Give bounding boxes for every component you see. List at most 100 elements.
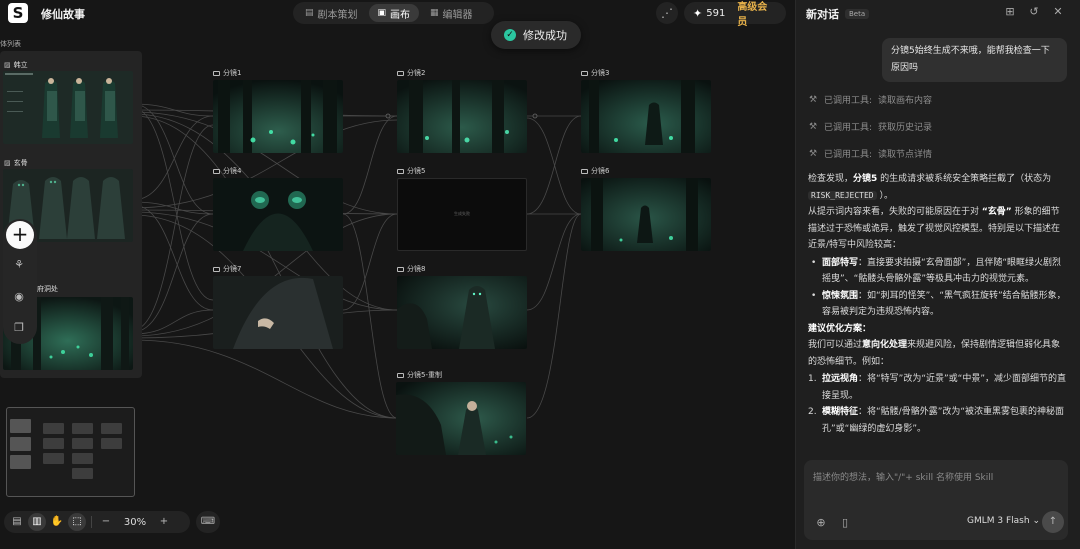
list-item: 惊悚氛围：如“刺耳的怪笑”、“黑气疯狂旋转”结合骷髅形象，容易被判定为违规恐怖内… [808, 288, 1066, 321]
chat-panel: 新对话 Beta ⊞ ↺ ✕ 分镜5始终生成不来哦，能帮我检查一下原因吗 ⚒ 已… [795, 0, 1080, 549]
credits-badge[interactable]: ✦ 591 高级会员 [684, 2, 786, 28]
minimap-node [43, 453, 64, 464]
minimap-node [72, 453, 93, 464]
layout-icon[interactable]: ▤ [8, 513, 26, 531]
camera-icon [213, 168, 220, 174]
tab-label: 剧本策划 [317, 9, 358, 21]
minimap-node [43, 438, 64, 449]
minimap-node [72, 423, 93, 434]
zoom-out-button[interactable]: − [97, 513, 115, 531]
chevron-down-icon: ⌄ [1032, 516, 1040, 526]
vip-label[interactable]: 高级会员 [737, 0, 777, 28]
tool-call[interactable]: ⚒ 已调用工具: 读取画布内容 [808, 93, 932, 107]
camera-icon [397, 70, 404, 76]
chat-header: 新对话 Beta [806, 6, 870, 22]
sparkle-icon: ✦ [693, 6, 703, 20]
image-icon: ▨ [4, 159, 11, 167]
top-bar: S 修仙故事 ▤ 剧本策划 ▣ 画布 ▦ 编辑器 ⋰ ✦ 591 高级会员 [0, 0, 795, 28]
view-tabs: ▤ 剧本策划 ▣ 画布 ▦ 编辑器 [293, 2, 494, 24]
reply-paragraph: 我们可以通过意向化处理来规避风险，保持剧情逻辑但弱化具象的恐怖细节。例如： [808, 340, 1061, 367]
reply-paragraph: 从提示词内容来看，失败的可能原因在于对 “玄骨” 形象的细节描述过于恐怖或诡异，… [808, 207, 1061, 250]
camera-icon [213, 70, 220, 76]
shot-label: 分镜7 [213, 264, 241, 274]
chat-input-placeholder[interactable]: 描述你的想法，输入"/"+ skill 名称使用 Skill [813, 470, 993, 483]
canvas-area[interactable]: S 修仙故事 ▤ 剧本策划 ▣ 画布 ▦ 编辑器 ⋰ ✦ 591 高级会员 体列… [0, 0, 795, 549]
select-icon[interactable]: ⬚ [68, 513, 86, 531]
list-item: 1. 拉远视角：将“特写”改为“近景”或“中景”，减少面部细节的直接呈现。 [808, 374, 1066, 401]
editor-icon: ▦ [430, 8, 439, 18]
chat-input[interactable]: 描述你的想法，输入"/"+ skill 名称使用 Skill ⊕ ▯ GMLM … [804, 460, 1068, 540]
share-icon: ⋰ [661, 6, 673, 20]
shot-label: 分镜8 [397, 264, 425, 274]
shot-placeholder: 生成失败 [454, 211, 470, 216]
tab-canvas[interactable]: ▣ 画布 [368, 4, 420, 22]
shot-label: 分镜3 [581, 68, 609, 78]
status-code: RISK_REJECTED [808, 190, 877, 200]
camera-icon [397, 168, 404, 174]
minimap-node [72, 438, 93, 449]
copy-icon[interactable]: ❐ [12, 321, 26, 335]
model-selector[interactable]: GMLM 3 Flash ⌄ [967, 516, 1040, 526]
shot-node-3[interactable] [581, 80, 711, 153]
share-button[interactable]: ⋰ [656, 2, 678, 24]
shot-node-2[interactable] [397, 80, 527, 153]
tool-icon: ⚒ [808, 148, 818, 159]
tool-icon: ⚒ [808, 121, 818, 132]
map-icon[interactable]: ▥ [28, 513, 46, 531]
minimap-node [10, 455, 31, 469]
keyboard-shortcuts-icon[interactable]: ⌨ [196, 511, 220, 533]
character-icon[interactable]: ◉ [12, 290, 26, 304]
shot-label: 分镜6 [581, 166, 609, 176]
shot-node-5[interactable]: 生成失败 [397, 178, 527, 251]
tab-label: 画布 [390, 9, 411, 21]
shot-label: 分镜1 [213, 68, 241, 78]
book-icon[interactable]: ▯ [838, 516, 852, 530]
shot-node-7[interactable] [213, 276, 343, 349]
add-node-button[interactable]: + [6, 221, 34, 249]
tool-call[interactable]: ⚒ 已调用工具: 获取历史记录 [808, 120, 932, 134]
zoom-in-button[interactable]: + [155, 513, 173, 531]
send-button[interactable]: ↑ [1042, 511, 1064, 533]
close-icon[interactable]: ✕ [1050, 4, 1066, 20]
list-item: 面部特写：直接要求拍摄“玄骨面部”，且伴随“眼眶绿火剧烈摇曳”、“骷髅头骨骼外露… [808, 255, 1066, 288]
tool-icon: ⚒ [808, 94, 818, 105]
tool-call[interactable]: ⚒ 已调用工具: 读取节点详情 [808, 147, 932, 161]
assets-icon[interactable]: ⚘ [12, 258, 26, 272]
shot-label: 分镜5 [397, 166, 425, 176]
beta-badge: Beta [845, 9, 870, 19]
camera-icon [213, 266, 220, 272]
user-message: 分镜5始终生成不来哦，能帮我检查一下原因吗 [882, 38, 1067, 82]
hand-icon[interactable]: ✋ [48, 513, 66, 531]
chat-title: 新对话 [806, 8, 839, 21]
camera-icon [397, 266, 404, 272]
shot-node-1[interactable] [213, 80, 343, 153]
shot-node-8[interactable] [397, 276, 527, 349]
camera-icon [581, 168, 588, 174]
shot-label: 分镜2 [397, 68, 425, 78]
minimap[interactable] [6, 407, 135, 497]
credits-count: 591 [706, 7, 726, 19]
shot-node-4[interactable] [213, 178, 343, 251]
plus-icon: + [11, 222, 29, 246]
character-label: ▨ 玄骨 [4, 159, 28, 167]
reply-paragraph: 检查发现，分镜5 的生成请求被系统安全策略拦截了（状态为 RISK_REJECT… [808, 174, 1052, 201]
minimap-node [10, 419, 31, 433]
tab-script[interactable]: ▤ 剧本策划 [296, 4, 367, 22]
reply-heading: 建议优化方案： [808, 323, 872, 334]
zoom-level[interactable]: 30% [117, 517, 153, 528]
shot-node-6[interactable] [581, 178, 711, 251]
new-chat-icon[interactable]: ⊞ [1002, 4, 1018, 20]
character-image-hanli[interactable] [3, 71, 133, 144]
minimap-node [10, 437, 31, 451]
script-icon: ▤ [305, 8, 314, 18]
shot-label: 分镜4 [213, 166, 241, 176]
history-icon[interactable]: ↺ [1026, 4, 1042, 20]
add-attachment-icon[interactable]: ⊕ [814, 516, 828, 530]
image-icon: ▨ [4, 61, 11, 69]
camera-icon [581, 70, 588, 76]
check-circle-icon: ✓ [504, 29, 516, 41]
minimap-node [101, 423, 122, 434]
shot-node-5-remake[interactable] [396, 382, 526, 455]
app-logo[interactable]: S [8, 3, 28, 23]
tab-editor[interactable]: ▦ 编辑器 [421, 4, 482, 22]
